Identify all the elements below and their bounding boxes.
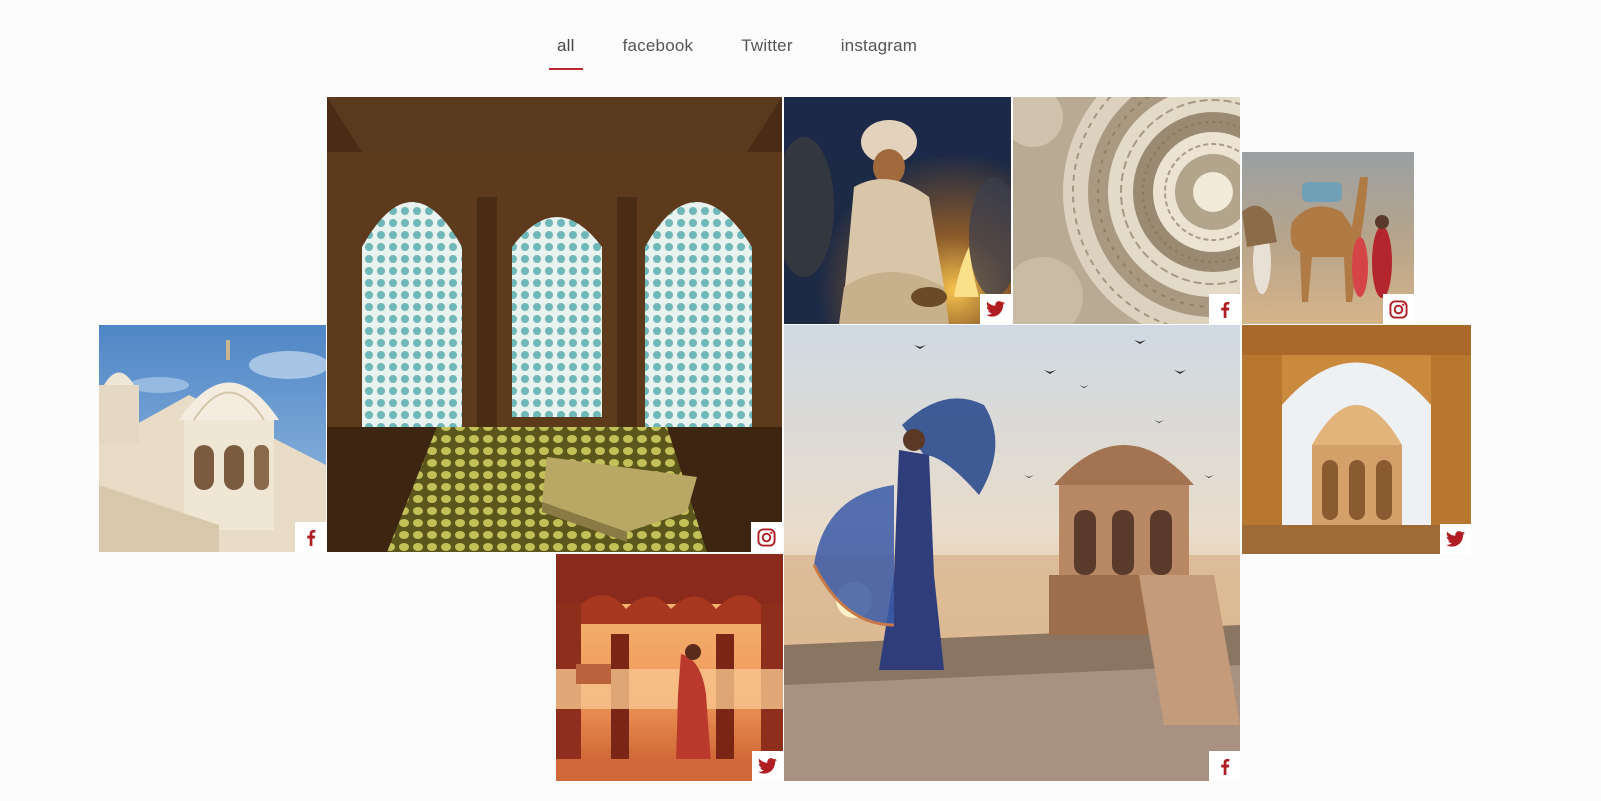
instagram-icon [1389,299,1408,319]
facebook-icon [1220,758,1229,775]
facebook-badge[interactable] [1209,294,1240,324]
facebook-badge[interactable] [1209,751,1240,781]
facebook-badge[interactable] [295,522,326,552]
tab-facebook[interactable]: facebook [615,34,702,70]
photo-arch-woman [556,554,783,781]
instagram-icon [757,527,776,547]
twitter-badge[interactable] [980,294,1011,324]
gallery-item-dome-palace[interactable] [99,325,326,552]
twitter-icon [986,301,1005,317]
gallery-item-arch-woman[interactable] [556,554,783,781]
photo-jali-window [327,97,782,552]
gallery-page: all facebook Twitter instagram [0,0,1601,801]
photo-chhatri [1242,325,1471,554]
tab-all[interactable]: all [549,34,583,70]
instagram-badge[interactable] [751,522,782,552]
gallery-item-chhatri[interactable] [1242,325,1471,554]
twitter-badge[interactable] [1440,524,1471,554]
facebook-icon [306,529,315,546]
photo-carved-ceiling [1013,97,1240,324]
gallery-item-woman-lake[interactable] [784,325,1240,781]
gallery-item-jali-window[interactable] [327,97,782,552]
gallery-item-campfire-man[interactable] [784,97,1011,324]
twitter-icon [758,758,777,774]
facebook-icon [1220,301,1229,318]
photo-dome-palace [99,325,326,552]
photo-campfire-man [784,97,1011,324]
filter-tabs: all facebook Twitter instagram [549,34,957,70]
twitter-icon [1446,531,1465,547]
twitter-badge[interactable] [752,751,783,781]
tab-twitter[interactable]: Twitter [733,34,800,70]
instagram-badge[interactable] [1383,294,1414,324]
tab-instagram[interactable]: instagram [833,34,925,70]
gallery-item-camels[interactable] [1242,152,1414,324]
photo-woman-lake [784,325,1240,781]
gallery-item-carved-ceiling[interactable] [1013,97,1240,324]
